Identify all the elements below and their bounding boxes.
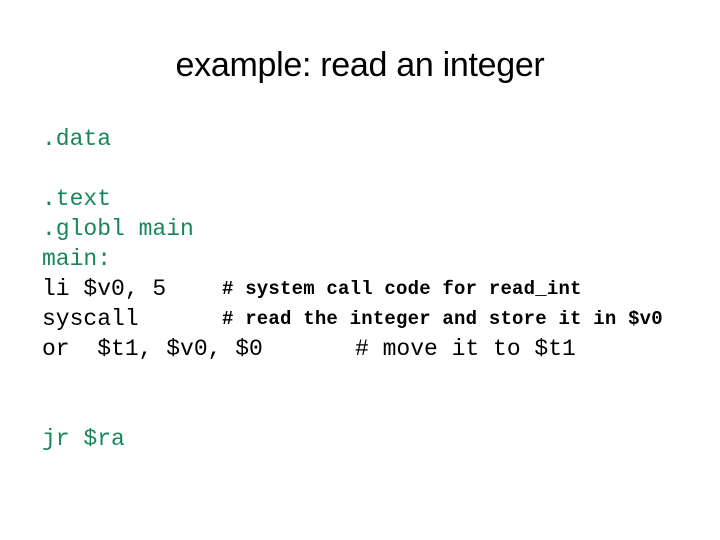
- code-line-text: syscall: [42, 306, 139, 332]
- code-line-text: or $t1, $v0, $0: [42, 336, 263, 362]
- code-line: .globl main: [42, 214, 702, 244]
- code-line: li $v0, 5 # system call code for read_int: [42, 274, 702, 304]
- slide-canvas: example: read an integer .data .text .glob…: [0, 0, 720, 540]
- code-line: or $t1, $v0, $0 # move it to $t1: [42, 334, 702, 364]
- code-line: .data: [42, 124, 702, 154]
- code-line: jr $ra: [42, 424, 702, 454]
- code-line-text: .text: [42, 186, 112, 212]
- code-line-comment: # system call code for read_int: [222, 278, 582, 300]
- code-line: .text: [42, 184, 702, 214]
- code-line-text: .globl main: [42, 216, 194, 242]
- code-line-text: jr $ra: [42, 426, 125, 452]
- code-line-text: main:: [42, 246, 112, 272]
- code-line-comment: # move it to $t1: [355, 336, 576, 362]
- code-line-text: .data: [42, 126, 112, 152]
- code-line-text: li $v0, 5: [42, 276, 167, 302]
- code-line-comment: # read the integer and store it in $v0: [222, 308, 663, 330]
- code-line: main:: [42, 244, 702, 274]
- page-title: example: read an integer: [175, 46, 545, 84]
- code-block: .data .text .globl main main: li $v0, 5 # sys…: [42, 124, 702, 454]
- code-line: syscall # read the integer and store it i…: [42, 304, 702, 334]
